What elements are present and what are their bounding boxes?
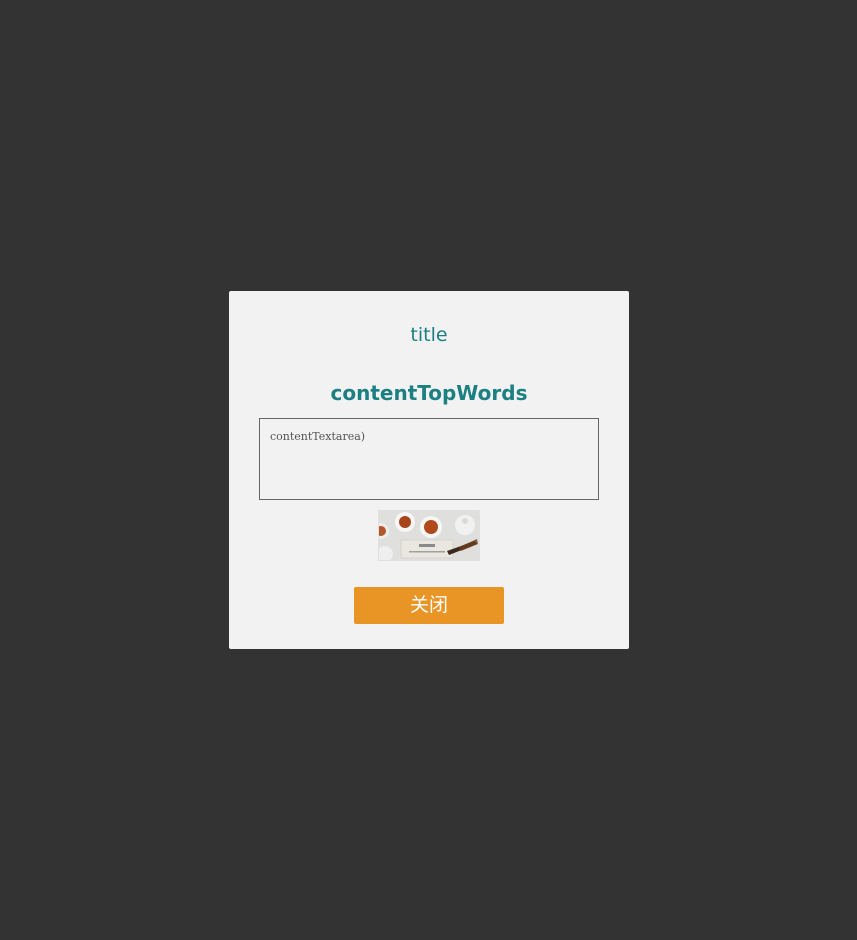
content-top-words: contentTopWords <box>330 381 528 405</box>
tea-cups-image <box>379 511 479 560</box>
content-textarea[interactable] <box>259 418 599 500</box>
dialog-panel: title contentTopWords contentTextarea) 关… <box>229 291 629 649</box>
dialog-title: title <box>410 324 448 346</box>
close-button[interactable]: 关闭 <box>354 587 504 624</box>
thumbnail-image <box>378 510 480 561</box>
